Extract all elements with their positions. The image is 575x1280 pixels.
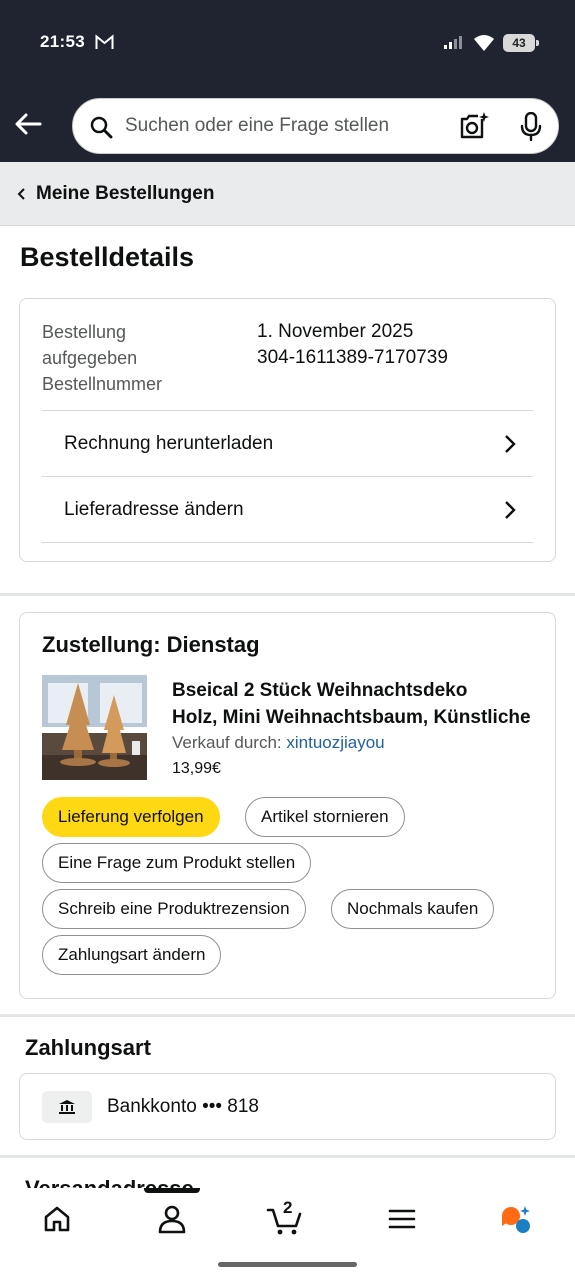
write-review-button[interactable]: Schreib eine Produktrezension (42, 889, 306, 929)
chevron-left-icon (17, 187, 25, 200)
nav-active-indicator (144, 1188, 200, 1193)
payment-method: Bankkonto ••• 818 (107, 1096, 259, 1117)
account-icon[interactable] (155, 1202, 189, 1236)
seller-prefix: Verkauf durch: (172, 733, 282, 752)
signal-icon (444, 36, 462, 49)
section-divider (0, 593, 575, 596)
order-labels: Bestellung aufgegeben Bestellnummer (42, 319, 162, 397)
order-date: 1. November 2025 (257, 321, 414, 342)
microphone-icon[interactable] (519, 112, 543, 142)
order-number: 304-1611389-7170739 (257, 347, 448, 368)
change-address-label: Lieferadresse ändern (64, 498, 244, 520)
product-title-line2: Holz, Mini Weihnachtsbaum, Künstliche (172, 707, 531, 728)
search-box[interactable] (72, 98, 559, 154)
order-values: 1. November 2025 304-1611389-7170739 (257, 319, 448, 371)
download-invoice-link[interactable]: Rechnung herunterladen (42, 410, 533, 476)
home-icon[interactable] (40, 1202, 74, 1236)
back-arrow-icon[interactable] (14, 110, 42, 138)
search-input[interactable] (125, 99, 425, 153)
product-image[interactable] (42, 675, 147, 780)
ask-question-button[interactable]: Eine Frage zum Produkt stellen (42, 843, 312, 883)
breadcrumb[interactable]: Meine Bestellungen (0, 162, 575, 226)
delivery-title: Zustellung: Dienstag (42, 632, 260, 657)
bottom-nav: 2 (0, 1188, 575, 1280)
download-invoice-label: Rechnung herunterladen (64, 432, 274, 454)
buy-again-button[interactable]: Nochmals kaufen (331, 889, 495, 929)
change-address-link[interactable]: Lieferadresse ändern (42, 476, 533, 542)
divider (42, 542, 533, 543)
status-bar: 21:53 43 (0, 0, 575, 88)
search-icon (90, 116, 113, 139)
chevron-right-icon (505, 500, 516, 519)
page-title: Bestelldetails (20, 242, 195, 272)
seller-info: Verkauf durch: xintuozjiayou (172, 733, 385, 753)
order-label-placed-2: aufgegeben (42, 348, 138, 368)
chevron-right-icon (505, 434, 516, 453)
product-title-line1: Bseical 2 Stück Weihnachtsdeko (172, 680, 468, 701)
gmail-icon (95, 34, 114, 49)
payment-card[interactable]: Bankkonto ••• 818 (19, 1073, 556, 1140)
battery-icon: 43 (503, 34, 539, 52)
change-payment-button[interactable]: Zahlungsart ändern (42, 935, 222, 975)
breadcrumb-label[interactable]: Meine Bestellungen (36, 183, 214, 205)
seller-link[interactable]: xintuozjiayou (286, 733, 384, 752)
cart-button[interactable]: 2 (266, 1198, 306, 1236)
order-info-card: Bestellung aufgegeben Bestellnummer 1. N… (19, 298, 556, 562)
payment-heading: Zahlungsart (25, 1035, 151, 1060)
wifi-icon (474, 35, 494, 51)
order-label-placed: Bestellung (42, 322, 127, 342)
section-divider (0, 1014, 575, 1017)
cancel-item-button[interactable]: Artikel stornieren (245, 797, 405, 837)
section-divider (0, 1155, 575, 1158)
rufus-assistant-icon[interactable] (498, 1202, 532, 1236)
product-title[interactable]: Bseical 2 Stück Weihnachtsdeko Holz, Min… (172, 677, 537, 731)
search-header (0, 88, 575, 162)
bank-icon (42, 1091, 92, 1123)
product-price: 13,99€ (172, 760, 221, 777)
camera-search-icon[interactable] (459, 112, 489, 140)
track-delivery-button[interactable]: Lieferung verfolgen (42, 797, 220, 837)
order-label-number: Bestellnummer (42, 374, 163, 394)
menu-icon[interactable] (385, 1202, 419, 1236)
home-indicator (218, 1262, 357, 1267)
battery-level: 43 (512, 36, 526, 50)
cart-count: 2 (283, 1198, 293, 1217)
delivery-card: Zustellung: Dienstag Bseical 2 Stück Wei… (19, 612, 556, 999)
status-time: 21:53 (40, 32, 85, 51)
